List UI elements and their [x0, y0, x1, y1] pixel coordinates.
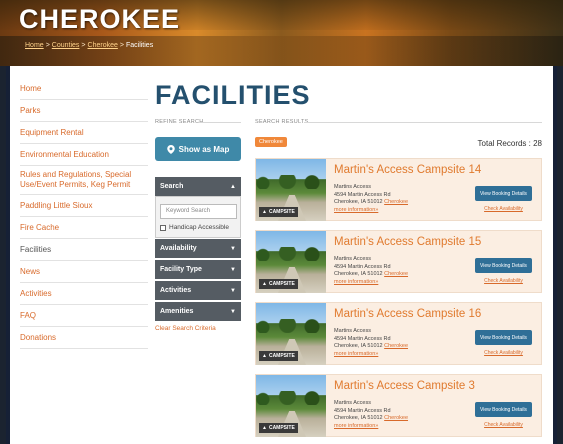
chevron-down-icon: ▼: [230, 245, 236, 252]
county-link[interactable]: Cherokee: [384, 343, 408, 349]
more-information-link[interactable]: more information»: [334, 207, 408, 215]
sidebar-item-rules-regulations[interactable]: Rules and Regulations, Special Use/Event…: [20, 166, 148, 195]
chevron-down-icon: ▼: [230, 266, 236, 273]
breadcrumb-cherokee[interactable]: Cherokee: [88, 42, 118, 49]
page-title: FACILITIES: [155, 80, 311, 110]
keyword-search-input[interactable]: Keyword Search: [160, 204, 237, 219]
check-availability-link[interactable]: Check Availability: [475, 422, 532, 428]
search-panel-header[interactable]: Search ▲: [155, 177, 241, 196]
breadcrumb-separator: >: [119, 42, 124, 49]
campsite-badge: ▲ CAMPSITE: [259, 207, 298, 217]
facility-name-link[interactable]: Martin's Access Campsite 3: [334, 380, 475, 392]
county-filter-tag[interactable]: Cherokee: [255, 137, 287, 147]
page-content: Home Parks Equipment Rental Environmenta…: [6, 66, 557, 444]
tent-icon: ▲: [262, 425, 267, 431]
sidebar-item-faq[interactable]: FAQ: [20, 305, 148, 327]
refine-search-label: REFINE SEARCH: [155, 119, 204, 125]
filter-availability[interactable]: Availability ▼: [155, 239, 241, 258]
result-card: ▲ CAMPSITE Martin's Access Campsite 15 Ma…: [255, 230, 542, 293]
filter-facility-type-label: Facility Type: [160, 266, 202, 273]
map-pin-icon: [166, 144, 175, 154]
facility-address: Martins Access 4594 Martin Access Rd Che…: [334, 328, 409, 359]
tent-icon: ▲: [262, 353, 267, 359]
breadcrumb: Home > Counties > Cherokee > Facilities: [25, 42, 153, 49]
breadcrumb-separator: >: [45, 42, 50, 49]
facility-address: Martins Access 4594 Martin Access Rd Che…: [334, 256, 409, 287]
county-link[interactable]: Cherokee: [384, 271, 408, 277]
banner-water: [0, 36, 563, 66]
header-banner: CHEROKEE Home > Counties > Cherokee > Faciliti…: [0, 0, 563, 66]
campsite-photo[interactable]: ▲ CAMPSITE: [256, 231, 326, 293]
more-information-link[interactable]: more information»: [334, 351, 408, 359]
sidebar-item-paddling[interactable]: Paddling Little Sioux: [20, 195, 148, 217]
search-panel-label: Search: [160, 183, 184, 190]
breadcrumb-home[interactable]: Home: [25, 42, 44, 49]
sidebar-item-parks[interactable]: Parks: [20, 100, 148, 122]
view-booking-details-button[interactable]: View Booking Details: [475, 258, 532, 273]
facility-name-link[interactable]: Martin's Access Campsite 15: [334, 236, 481, 248]
filter-activities[interactable]: Activities ▼: [155, 281, 241, 300]
check-availability-link[interactable]: Check Availability: [475, 206, 532, 212]
campsite-photo[interactable]: ▲ CAMPSITE: [256, 303, 326, 365]
filter-activities-label: Activities: [160, 287, 192, 294]
results-divider: [304, 122, 542, 123]
more-information-link[interactable]: more information»: [334, 279, 408, 287]
sidebar-item-activities[interactable]: Activities: [20, 283, 148, 305]
breadcrumb-counties[interactable]: Counties: [52, 42, 80, 49]
sidebar-nav: Home Parks Equipment Rental Environmenta…: [20, 78, 148, 349]
facility-address: Martins Access 4594 Martin Access Rd Che…: [334, 184, 409, 215]
show-as-map-button[interactable]: Show as Map: [155, 137, 241, 161]
tent-icon: ▲: [262, 281, 267, 287]
chevron-down-icon: ▼: [230, 308, 236, 315]
campsite-photo[interactable]: ▲ CAMPSITE: [256, 375, 326, 437]
total-records: Total Records : 28: [477, 139, 542, 148]
filter-amenities-label: Amenities: [160, 308, 194, 315]
filter-availability-label: Availability: [160, 245, 197, 252]
handicap-checkbox[interactable]: [160, 224, 166, 231]
more-information-link[interactable]: more information»: [334, 423, 408, 431]
show-as-map-label: Show as Map: [178, 144, 230, 154]
handicap-label: Handicap Accessible: [169, 224, 229, 231]
breadcrumb-current: Facilities: [125, 42, 154, 49]
tent-icon: ▲: [262, 209, 267, 215]
check-availability-link[interactable]: Check Availability: [475, 350, 532, 356]
sidebar-item-home[interactable]: Home: [20, 78, 148, 100]
campsite-badge: ▲ CAMPSITE: [259, 279, 298, 289]
clear-search-criteria-link[interactable]: Clear Search Criteria: [155, 325, 216, 332]
campsite-photo[interactable]: ▲ CAMPSITE: [256, 159, 326, 221]
result-card: ▲ CAMPSITE Martin's Access Campsite 14 Ma…: [255, 158, 542, 221]
search-panel-body: Keyword Search Handicap Accessible: [155, 196, 241, 238]
sidebar-item-fire-cache[interactable]: Fire Cache: [20, 217, 148, 239]
view-booking-details-button[interactable]: View Booking Details: [475, 402, 532, 417]
campsite-badge: ▲ CAMPSITE: [259, 423, 298, 433]
chevron-down-icon: ▼: [230, 287, 236, 294]
facility-address: Martins Access 4594 Martin Access Rd Che…: [334, 400, 409, 431]
sidebar-item-environmental-education[interactable]: Environmental Education: [20, 144, 148, 166]
filter-amenities[interactable]: Amenities ▼: [155, 302, 241, 321]
check-availability-link[interactable]: Check Availability: [475, 278, 532, 284]
county-link[interactable]: Cherokee: [384, 415, 408, 421]
breadcrumb-separator: >: [81, 42, 86, 49]
filter-facility-type[interactable]: Facility Type ▼: [155, 260, 241, 279]
facility-name-link[interactable]: Martin's Access Campsite 16: [334, 308, 481, 320]
refine-divider: [200, 122, 241, 123]
view-booking-details-button[interactable]: View Booking Details: [475, 186, 532, 201]
county-link[interactable]: Cherokee: [384, 199, 408, 205]
sidebar-item-news[interactable]: News: [20, 261, 148, 283]
chevron-up-icon: ▲: [230, 183, 236, 190]
search-results-label: SEARCH RESULTS: [255, 119, 309, 125]
view-booking-details-button[interactable]: View Booking Details: [475, 330, 532, 345]
sidebar-item-donations[interactable]: Donations: [20, 327, 148, 349]
result-card: ▲ CAMPSITE Martin's Access Campsite 3 Mar…: [255, 374, 542, 437]
sidebar-item-equipment-rental[interactable]: Equipment Rental: [20, 122, 148, 144]
result-card: ▲ CAMPSITE Martin's Access Campsite 16 Ma…: [255, 302, 542, 365]
handicap-accessible-option[interactable]: Handicap Accessible: [160, 224, 229, 231]
site-brand[interactable]: CHEROKEE: [19, 4, 180, 35]
sidebar-item-facilities[interactable]: Facilities: [20, 239, 148, 261]
campsite-badge: ▲ CAMPSITE: [259, 351, 298, 361]
facility-name-link[interactable]: Martin's Access Campsite 14: [334, 164, 481, 176]
